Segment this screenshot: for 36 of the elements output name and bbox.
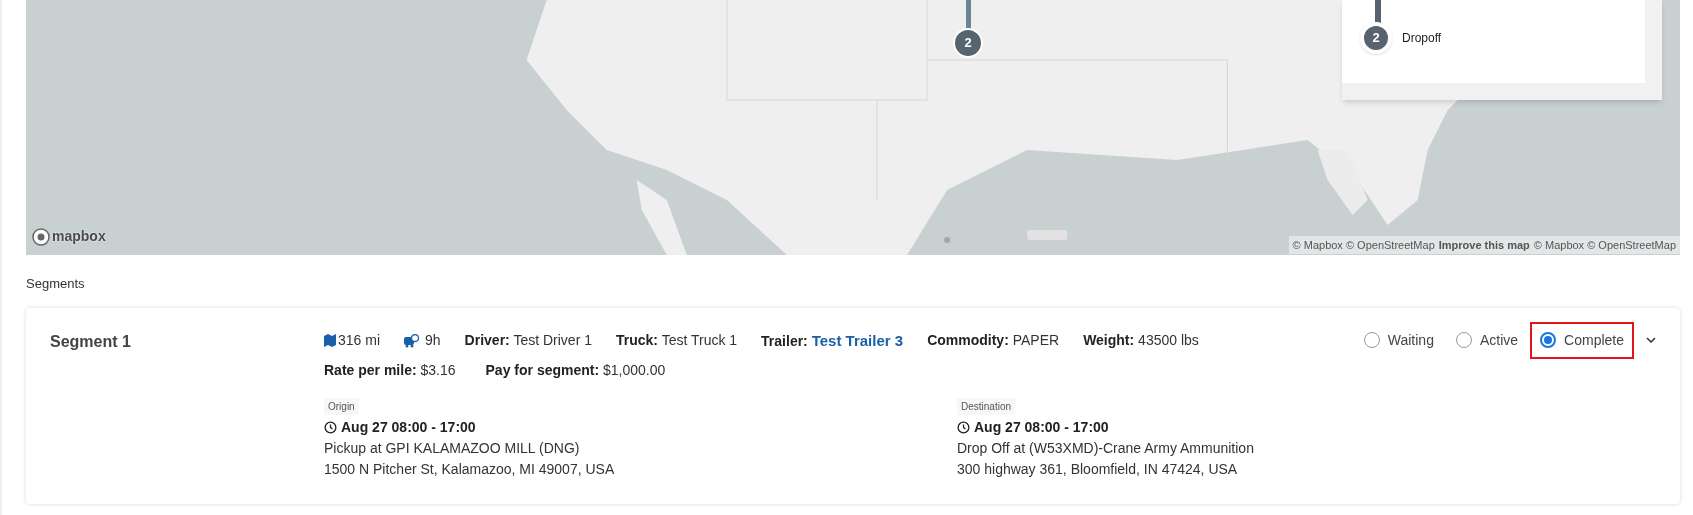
segment-detail: Weight: 43500 lbs bbox=[1083, 331, 1199, 351]
status-radio[interactable]: Active bbox=[1445, 321, 1529, 359]
clock-icon bbox=[957, 421, 970, 434]
status-radio[interactable]: Waiting bbox=[1353, 321, 1444, 359]
horizontal-scrollbar[interactable] bbox=[1342, 83, 1662, 100]
segment-detail: Truck: Test Truck 1 bbox=[615, 331, 738, 351]
segment-title: Segment 1 bbox=[50, 331, 132, 352]
stop-name: Pickup at GPI KALAMAZOO MILL (DNG) bbox=[324, 439, 581, 458]
section-heading: Segments bbox=[26, 275, 86, 293]
attribution-text: © Mapbox © OpenStreetMap bbox=[1533, 237, 1676, 253]
chevron-down-icon[interactable] bbox=[1646, 337, 1656, 343]
segment-detail: Driver: Test Driver 1 bbox=[464, 331, 592, 351]
status-radio[interactable]: Complete bbox=[1530, 321, 1634, 359]
clock-icon bbox=[324, 421, 337, 434]
improve-map-link[interactable]: Improve this map bbox=[1438, 236, 1530, 253]
stop-time: Aug 27 08:00 - 17:00 bbox=[974, 418, 1109, 437]
distance: 316 mi bbox=[338, 331, 381, 351]
stop-name: Drop Off at (W53XMD)-Crane Army Ammunition bbox=[957, 439, 1255, 458]
logo-text: mapbox bbox=[52, 227, 106, 246]
stop-heading: Destination bbox=[957, 398, 1016, 415]
attribution-text: © Mapbox © OpenStreetMap bbox=[1292, 237, 1435, 253]
mapbox-logo-icon bbox=[32, 227, 50, 246]
stop-address: 300 highway 361, Bloomfield, IN 47424, USA bbox=[957, 460, 1239, 479]
vertical-scrollbar[interactable] bbox=[1645, 0, 1662, 83]
segment-detail: Trailer: Test Trailer 3 bbox=[761, 330, 904, 351]
segment-detail: Pay for segment: $1,000.00 bbox=[485, 361, 666, 380]
duration: 9h bbox=[425, 331, 441, 351]
map-icon bbox=[324, 334, 336, 348]
stop-address: 1500 N Pitcher St, Kalamazoo, MI 49007, USA bbox=[324, 460, 616, 479]
stop-label: Dropoff bbox=[1402, 30, 1442, 47]
segment-detail: Commodity: PAPER bbox=[927, 331, 1060, 351]
stop-time: Aug 27 08:00 - 17:00 bbox=[341, 418, 476, 437]
map[interactable]: 2 2 Dropoff mapbox © Mapbox © OpenStreetMap Improve this map © Mapbox © OpenStreetMap bbox=[26, 0, 1680, 255]
stop-heading: Origin bbox=[324, 398, 359, 415]
segment-detail: Rate per mile: $3.16 bbox=[324, 361, 456, 380]
truck-clock-icon bbox=[404, 333, 420, 348]
